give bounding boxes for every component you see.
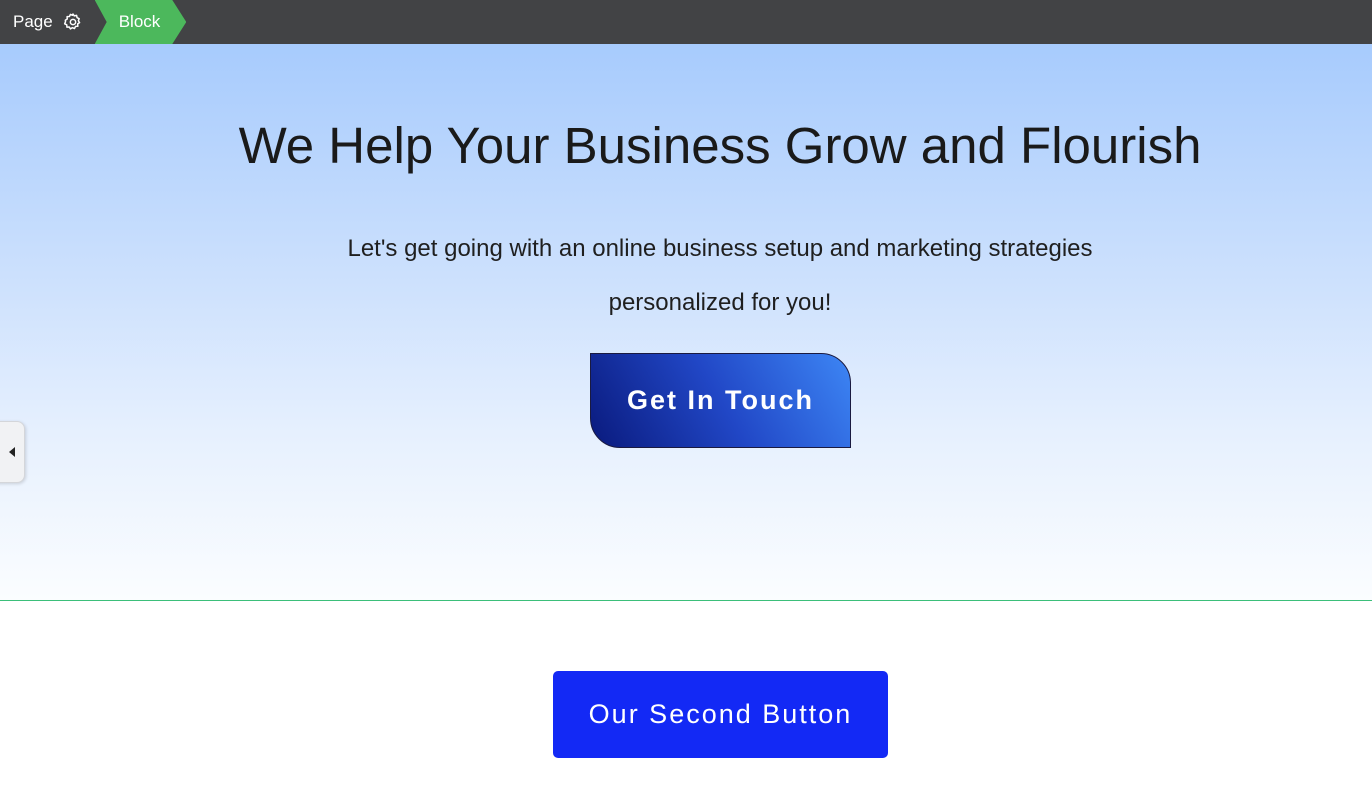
editor-breadcrumb-bar: Page Block [0,0,1372,44]
our-second-button[interactable]: Our Second Button [553,671,888,758]
hero-subtitle: Let's get going with an online business … [280,222,1160,330]
breadcrumb-page-label: Page [13,12,53,31]
side-panel-toggle[interactable] [0,421,25,483]
hero-title: We Help Your Business Grow and Flourish [238,117,1202,174]
hero-subtitle-line-2: personalized for you! [608,289,832,316]
our-second-button-label: Our Second Button [588,699,853,729]
hero-section[interactable]: We Help Your Business Grow and Flourish … [0,44,1372,601]
breadcrumb-page[interactable]: Page [0,0,97,44]
hero-subtitle-line-1: Let's get going with an online business … [347,235,1093,262]
get-in-touch-button[interactable]: Get In Touch [590,353,851,448]
get-in-touch-label: Get In Touch [627,385,814,415]
second-section[interactable]: Our Second Button [0,602,1372,799]
breadcrumb-block[interactable]: Block [95,0,187,44]
caret-left-icon [8,447,15,457]
gear-icon[interactable] [63,12,83,32]
breadcrumb-block-label: Block [118,12,161,31]
